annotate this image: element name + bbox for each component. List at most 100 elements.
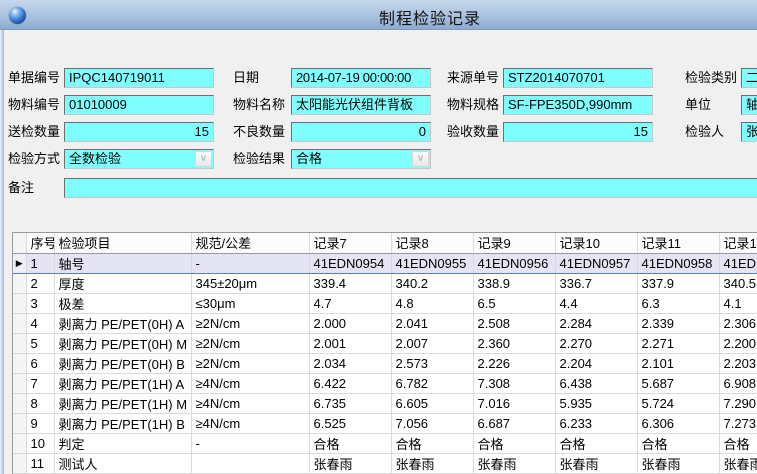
grid-cell[interactable]: 339.4: [309, 273, 391, 293]
defective-qty-field[interactable]: 0: [291, 122, 431, 142]
grid-cell[interactable]: 6.782: [391, 373, 473, 393]
table-row[interactable]: 2厚度345±20μm339.4340.2338.9336.7337.9340.…: [13, 273, 757, 293]
row-selector[interactable]: [13, 433, 26, 453]
grid-cell[interactable]: 6.605: [391, 393, 473, 413]
grid-cell[interactable]: 10: [26, 433, 54, 453]
order-no-field[interactable]: IPQC140719011: [64, 68, 214, 88]
grid-cell[interactable]: 2.226: [473, 353, 555, 373]
grid-cell[interactable]: ≥2N/cm: [191, 353, 309, 373]
grid-cell[interactable]: 340.2: [391, 273, 473, 293]
accepted-qty-field[interactable]: 15: [503, 122, 653, 142]
grid-cell[interactable]: 5.724: [637, 393, 719, 413]
grid-cell[interactable]: 7.016: [473, 393, 555, 413]
grid-cell[interactable]: 41EDN0958: [637, 253, 719, 273]
grid-cell[interactable]: 极差: [54, 293, 191, 313]
grid-cell[interactable]: 41EDN0955: [391, 253, 473, 273]
grid-cell[interactable]: 2.200: [719, 333, 757, 353]
grid-cell[interactable]: 4.7: [309, 293, 391, 313]
grid-cell[interactable]: 7: [26, 373, 54, 393]
grid-cell[interactable]: 6.438: [555, 373, 637, 393]
grid-cell[interactable]: 11: [26, 453, 54, 473]
grid-cell[interactable]: [191, 453, 309, 473]
grid-cell[interactable]: 5.687: [637, 373, 719, 393]
table-row[interactable]: 11测试人张春雨张春雨张春雨张春雨张春雨张春雨: [13, 453, 757, 473]
grid-cell[interactable]: 5.935: [555, 393, 637, 413]
grid-cell[interactable]: 张春雨: [391, 453, 473, 473]
grid-cell[interactable]: 2.306: [719, 313, 757, 333]
grid-cell[interactable]: ≥4N/cm: [191, 373, 309, 393]
table-row[interactable]: 4剥离力 PE/PET(0H) A≥2N/cm2.0002.0412.5082.…: [13, 313, 757, 333]
row-selector[interactable]: [13, 413, 26, 433]
grid-cell[interactable]: 2.041: [391, 313, 473, 333]
grid-cell[interactable]: 2.360: [473, 333, 555, 353]
grid-cell[interactable]: 张春雨: [309, 453, 391, 473]
remarks-field[interactable]: [64, 178, 757, 198]
grid-cell[interactable]: 6.422: [309, 373, 391, 393]
grid-cell[interactable]: 6.687: [473, 413, 555, 433]
grid-cell[interactable]: 张春雨: [473, 453, 555, 473]
grid-cell[interactable]: 337.9: [637, 273, 719, 293]
grid-cell[interactable]: 2.203: [719, 353, 757, 373]
unit-field[interactable]: 轴: [741, 95, 757, 115]
grid-cell[interactable]: 合格: [309, 433, 391, 453]
grid-cell[interactable]: 338.9: [473, 273, 555, 293]
submitted-qty-field[interactable]: 15: [64, 122, 214, 142]
grid-cell[interactable]: 4.8: [391, 293, 473, 313]
grid-cell[interactable]: 3: [26, 293, 54, 313]
inspect-result-select[interactable]: 合格 ∨: [291, 149, 431, 169]
date-field[interactable]: 2014-07-19 00:00:00: [291, 68, 431, 88]
grid-cell[interactable]: 7.308: [473, 373, 555, 393]
grid-cell[interactable]: 张春雨: [555, 453, 637, 473]
inspector-field[interactable]: 张: [741, 122, 757, 142]
grid-cell[interactable]: 6.306: [637, 413, 719, 433]
grid-cell[interactable]: 7.290: [719, 393, 757, 413]
grid-cell[interactable]: 7.056: [391, 413, 473, 433]
source-order-no-field[interactable]: STZ2014070701: [503, 68, 653, 88]
material-name-field[interactable]: 太阳能光伏组件背板: [291, 95, 431, 115]
grid-cell[interactable]: 345±20μm: [191, 273, 309, 293]
grid-cell[interactable]: 1: [26, 253, 54, 273]
grid-cell[interactable]: 测试人: [54, 453, 191, 473]
grid-cell[interactable]: 6.525: [309, 413, 391, 433]
grid-cell[interactable]: 2: [26, 273, 54, 293]
grid-cell[interactable]: 2.101: [637, 353, 719, 373]
grid-cell[interactable]: 336.7: [555, 273, 637, 293]
grid-cell[interactable]: 41EDN0954: [309, 253, 391, 273]
grid-cell[interactable]: 合格: [555, 433, 637, 453]
grid-cell[interactable]: 8: [26, 393, 54, 413]
grid-cell[interactable]: 剥离力 PE/PET(0H) B: [54, 353, 191, 373]
grid-cell[interactable]: 合格: [719, 433, 757, 453]
grid-cell[interactable]: 2.034: [309, 353, 391, 373]
row-selector[interactable]: [13, 373, 26, 393]
material-no-field[interactable]: 01010009: [64, 95, 214, 115]
grid-cell[interactable]: 2.204: [555, 353, 637, 373]
grid-cell[interactable]: 2.339: [637, 313, 719, 333]
grid-cell[interactable]: 41EDN0957: [555, 253, 637, 273]
table-row[interactable]: 9剥离力 PE/PET(1H) B≥4N/cm6.5257.0566.6876.…: [13, 413, 757, 433]
grid-cell[interactable]: 41EDN0956: [473, 253, 555, 273]
grid-cell[interactable]: 6.3: [637, 293, 719, 313]
table-row[interactable]: 3极差≤30μm4.74.86.54.46.34.1: [13, 293, 757, 313]
grid-cell[interactable]: ≤30μm: [191, 293, 309, 313]
row-selector[interactable]: [13, 453, 26, 473]
row-selector[interactable]: [13, 293, 26, 313]
chevron-down-icon[interactable]: ∨: [195, 151, 212, 167]
row-selector[interactable]: [13, 393, 26, 413]
grid-cell[interactable]: 合格: [473, 433, 555, 453]
grid-cell[interactable]: ≥2N/cm: [191, 313, 309, 333]
row-selector[interactable]: ▶: [13, 253, 26, 273]
grid-cell[interactable]: 2.573: [391, 353, 473, 373]
grid-cell[interactable]: 判定: [54, 433, 191, 453]
grid-cell[interactable]: -: [191, 253, 309, 273]
grid-cell[interactable]: 合格: [637, 433, 719, 453]
grid-cell[interactable]: 41EDN0959: [719, 253, 757, 273]
grid-cell[interactable]: 2.284: [555, 313, 637, 333]
grid-cell[interactable]: 剥离力 PE/PET(1H) A: [54, 373, 191, 393]
grid-cell[interactable]: ≥4N/cm: [191, 413, 309, 433]
grid-cell[interactable]: 2.271: [637, 333, 719, 353]
grid-cell[interactable]: 6.233: [555, 413, 637, 433]
grid-cell[interactable]: 2.508: [473, 313, 555, 333]
grid-cell[interactable]: 6: [26, 353, 54, 373]
grid-cell[interactable]: 4.1: [719, 293, 757, 313]
grid-cell[interactable]: 2.001: [309, 333, 391, 353]
